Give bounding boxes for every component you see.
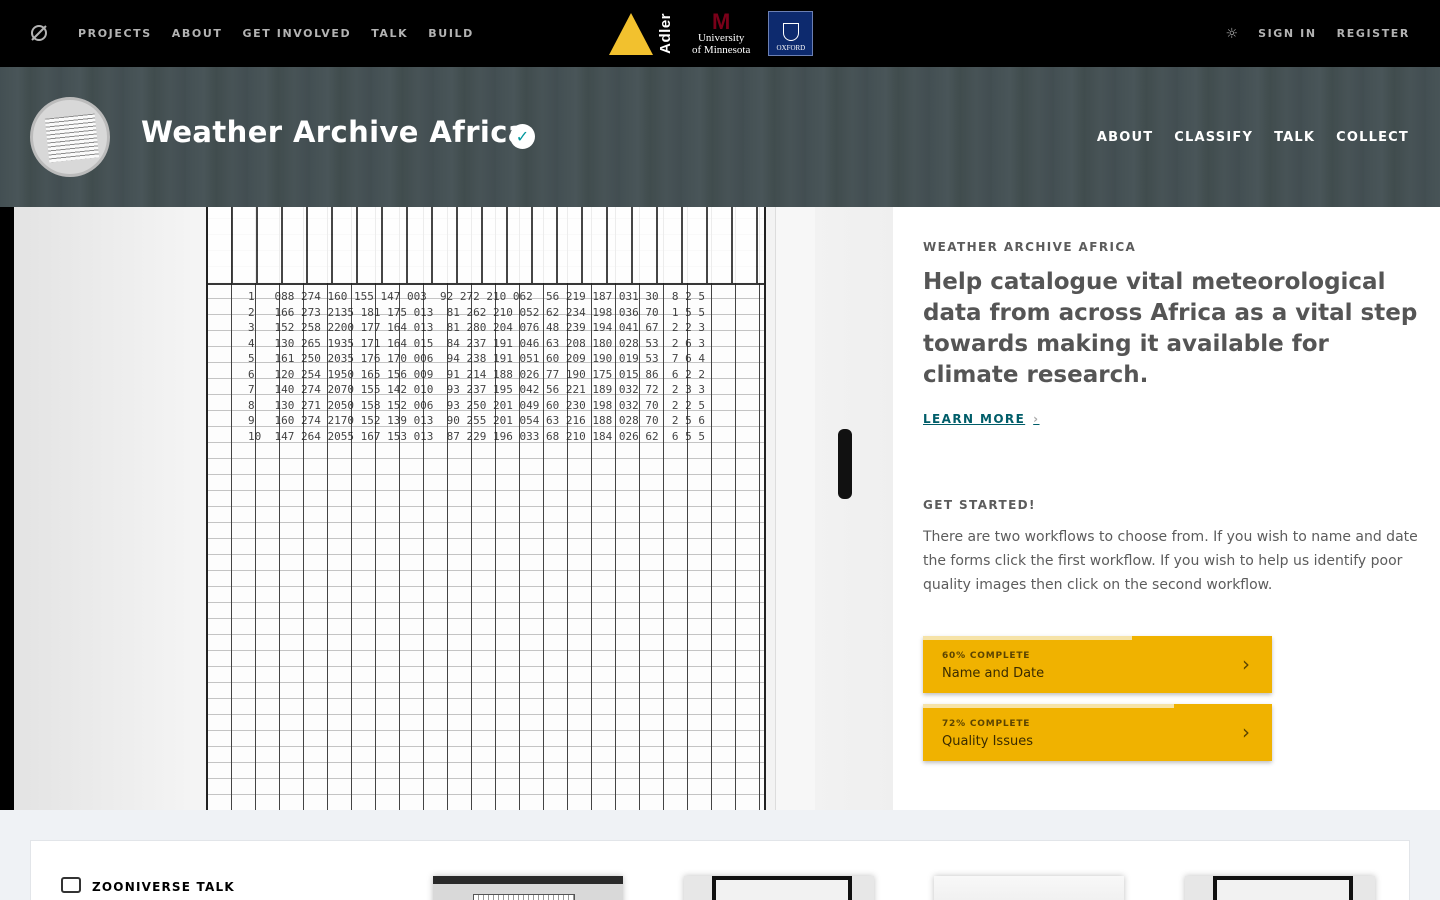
project-nav-about[interactable]: ABOUT — [1097, 130, 1153, 145]
oxford-crest-icon — [782, 23, 799, 41]
workflow-name: Name and Date — [942, 666, 1045, 681]
ledger-page-edge — [775, 207, 815, 810]
umn-logo-line1: University — [697, 31, 745, 44]
talk-thumbnail[interactable] — [684, 876, 874, 900]
project-kicker: WEATHER ARCHIVE AFRICA — [923, 240, 1137, 254]
chevron-right-icon: › — [1033, 412, 1040, 426]
top-navigation: PROJECTS ABOUT GET INVOLVED TALK BUILD A… — [0, 0, 1440, 67]
project-nav: ABOUT CLASSIFY TALK COLLECT — [1097, 67, 1409, 207]
nav-build[interactable]: BUILD — [428, 27, 474, 40]
chevron-right-icon: › — [1242, 720, 1250, 744]
hero-ledger-image: 1 088 274 160 155 147 003 92 272 210 062… — [0, 207, 893, 810]
oxford-logo-text: OXFORD — [776, 44, 806, 52]
umn-logo[interactable]: M University of Minnesota — [692, 8, 751, 56]
workflow-progress-label: 72% COMPLETE — [942, 719, 1031, 729]
account-links: ☼ SIGN IN REGISTER — [1226, 0, 1410, 67]
umn-logo-line2: of Minnesota — [692, 43, 751, 56]
oxford-logo[interactable]: OXFORD — [768, 11, 814, 56]
binder-slot — [838, 429, 852, 499]
register-link[interactable]: REGISTER — [1337, 27, 1410, 40]
project-title[interactable]: Weather Archive Africa — [141, 115, 528, 149]
get-started-text: There are two workflows to choose from. … — [923, 529, 1418, 593]
main-nav-links: PROJECTS ABOUT GET INVOLVED TALK BUILD — [78, 0, 494, 67]
project-intro-panel: WEATHER ARCHIVE AFRICA Help catalogue vi… — [893, 207, 1440, 810]
avatar-document-image — [44, 113, 100, 163]
talk-thumbnail[interactable] — [433, 876, 623, 900]
zooniverse-logo-icon[interactable] — [29, 23, 49, 43]
chevron-right-icon: › — [1242, 652, 1250, 676]
nav-talk[interactable]: TALK — [371, 27, 408, 40]
workflow-progress-bar — [923, 636, 1133, 640]
project-avatar[interactable] — [30, 97, 110, 177]
adler-logo-text: Adler — [657, 13, 674, 54]
verified-check-icon: ✓ — [510, 124, 535, 149]
nav-about[interactable]: ABOUT — [172, 27, 223, 40]
project-nav-talk[interactable]: TALK — [1274, 130, 1315, 145]
project-description: Help catalogue vital meteorological data… — [923, 269, 1418, 388]
talk-thumbnail[interactable] — [934, 876, 1124, 900]
talk-bubble-icon — [61, 877, 81, 893]
nav-get-involved[interactable]: GET INVOLVED — [242, 27, 351, 40]
adler-logo[interactable]: Adler — [609, 12, 674, 55]
workflow-progress-bar — [923, 704, 1175, 708]
adler-triangle-icon — [609, 12, 653, 55]
ledger-table: 1 088 274 160 155 147 003 92 272 210 062… — [206, 207, 766, 810]
ledger-handwritten-values: 1 088 274 160 155 147 003 92 272 210 062… — [248, 290, 705, 443]
workflow-button-name-and-date[interactable]: 60% COMPLETE Name and Date › — [923, 636, 1272, 693]
workflow-progress-label: 60% COMPLETE — [942, 651, 1031, 661]
talk-card-title[interactable]: ZOONIVERSE TALK — [92, 880, 235, 894]
talk-thumbnail[interactable] — [1185, 876, 1375, 900]
project-nav-classify[interactable]: CLASSIFY — [1174, 130, 1253, 145]
project-nav-collect[interactable]: COLLECT — [1336, 130, 1409, 145]
project-header: Weather Archive Africa ✓ ABOUT CLASSIFY … — [0, 67, 1440, 207]
workflow-button-quality-issues[interactable]: 72% COMPLETE Quality Issues › — [923, 704, 1272, 761]
theme-toggle-sun-icon[interactable]: ☼ — [1226, 26, 1239, 42]
zooniverse-talk-card: ZOONIVERSE TALK — [30, 840, 1410, 900]
learn-more-label: LEARN MORE — [923, 412, 1026, 426]
nav-projects[interactable]: PROJECTS — [78, 27, 152, 40]
partner-logos: Adler M University of Minnesota OXFORD — [609, 8, 814, 57]
learn-more-link[interactable]: LEARN MORE › — [923, 412, 1040, 426]
workflow-name: Quality Issues — [942, 734, 1033, 749]
sign-in-link[interactable]: SIGN IN — [1258, 27, 1317, 40]
ledger-table-header — [208, 207, 764, 285]
get-started-heading: GET STARTED! — [923, 498, 1036, 512]
umn-m-icon: M — [712, 8, 731, 34]
